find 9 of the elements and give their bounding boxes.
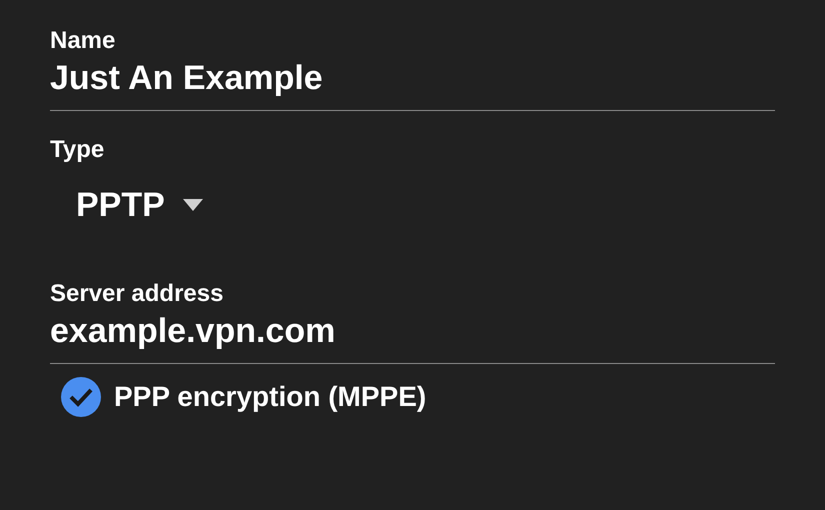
server-address-field[interactable]: example.vpn.com (50, 311, 775, 364)
dropdown-arrow-icon (182, 199, 203, 211)
encryption-label: PPP encryption (MPPE) (114, 380, 426, 414)
name-label: Name (50, 26, 116, 56)
server-address-label: Server address (50, 279, 224, 309)
type-dropdown[interactable]: PPTP (76, 185, 203, 225)
checkbox[interactable] (60, 376, 102, 418)
name-field[interactable]: Just An Example (50, 58, 775, 111)
type-label: Type (50, 135, 104, 165)
